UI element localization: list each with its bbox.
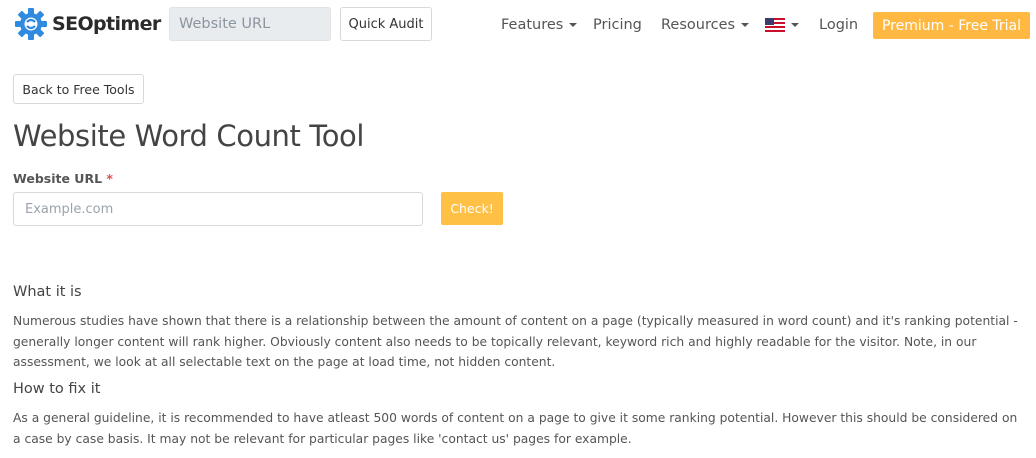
nav-features[interactable]: Features (501, 14, 578, 36)
page-title: Website Word Count Tool (13, 119, 365, 153)
how-to-fix-text: As a general guideline, it is recommende… (13, 411, 1018, 446)
nav-login[interactable]: Login (819, 14, 858, 36)
chevron-down-icon (741, 23, 750, 27)
brand-name: SEOptimer (52, 13, 161, 35)
website-url-input[interactable] (13, 192, 423, 226)
what-it-is-text: Numerous studies have shown that there i… (13, 314, 1018, 369)
what-it-is-heading: What it is (13, 284, 82, 300)
nav-resources[interactable]: Resources (661, 14, 750, 36)
nav-resources-label: Resources (661, 17, 736, 33)
seoptimer-logo-icon (15, 8, 47, 40)
top-navbar: SEOptimer Quick Audit Features Pricing R… (0, 0, 1036, 50)
check-button[interactable]: Check! (441, 192, 503, 225)
nav-pricing-label: Pricing (593, 17, 642, 33)
brand-logo[interactable]: SEOptimer (14, 7, 161, 41)
required-marker: * (106, 171, 113, 186)
back-to-free-tools-button[interactable]: Back to Free Tools (13, 74, 144, 104)
chevron-down-icon (569, 23, 578, 27)
us-flag-icon (765, 18, 785, 32)
nav-features-label: Features (501, 17, 564, 33)
website-url-label: Website URL * (13, 171, 113, 186)
quick-audit-button[interactable]: Quick Audit (340, 7, 432, 41)
how-to-fix-heading: How to fix it (13, 381, 101, 397)
premium-free-trial-button[interactable]: Premium - Free Trial (873, 12, 1030, 39)
chevron-down-icon (791, 23, 799, 27)
website-url-label-text: Website URL (13, 171, 103, 186)
nav-login-label: Login (819, 17, 859, 33)
header-url-input[interactable] (169, 7, 331, 41)
nav-pricing[interactable]: Pricing (593, 14, 642, 36)
language-selector[interactable] (765, 14, 799, 36)
